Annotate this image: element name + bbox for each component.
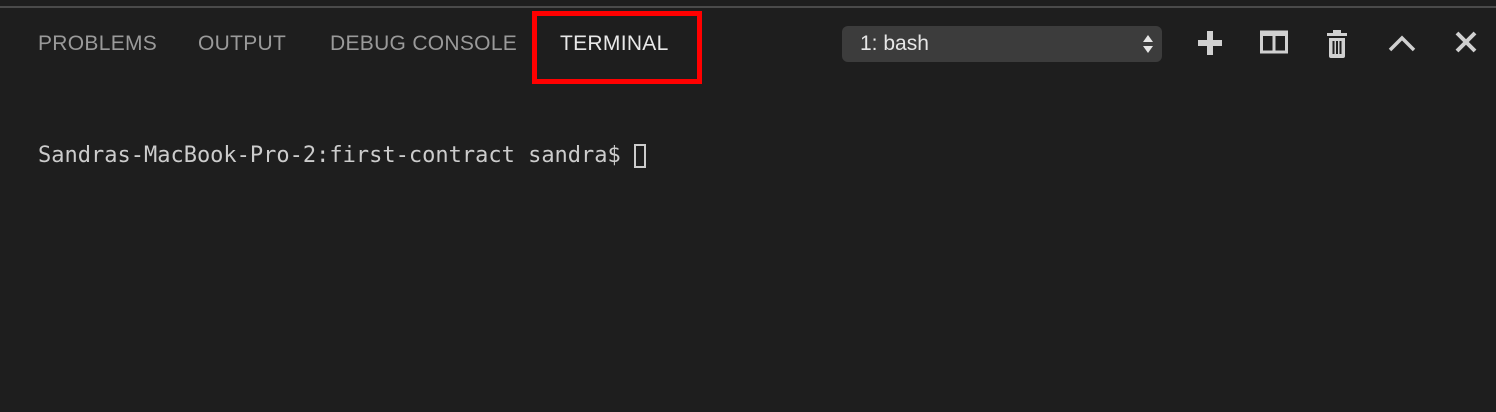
terminal-prompt: Sandras-MacBook-Pro-2:first-contract san… bbox=[38, 143, 621, 168]
close-panel-button[interactable] bbox=[1446, 26, 1486, 62]
terminal-output[interactable]: Sandras-MacBook-Pro-2:first-contract san… bbox=[38, 88, 1476, 412]
terminal-cursor bbox=[633, 144, 646, 168]
trash-icon bbox=[1327, 30, 1347, 58]
new-terminal-button[interactable] bbox=[1190, 26, 1230, 62]
select-arrows-icon bbox=[1143, 35, 1153, 53]
tab-problems[interactable]: PROBLEMS bbox=[38, 8, 157, 80]
chevron-up-icon bbox=[1388, 35, 1416, 52]
terminal-select[interactable]: 1: bash bbox=[842, 26, 1162, 62]
terminal-tab-highlight bbox=[532, 11, 702, 84]
terminal-panel: PROBLEMS OUTPUT DEBUG CONSOLE TERMINAL 1… bbox=[0, 0, 1496, 412]
maximize-panel-button[interactable] bbox=[1382, 26, 1422, 62]
split-icon bbox=[1260, 30, 1288, 54]
close-icon bbox=[1455, 31, 1477, 53]
terminal-select-value: 1: bash bbox=[860, 32, 929, 55]
tab-debug-console[interactable]: DEBUG CONSOLE bbox=[330, 8, 517, 80]
split-terminal-button[interactable] bbox=[1254, 26, 1294, 62]
prompt-line: Sandras-MacBook-Pro-2:first-contract san… bbox=[38, 138, 1476, 174]
tab-output[interactable]: OUTPUT bbox=[198, 8, 286, 80]
kill-terminal-button[interactable] bbox=[1317, 26, 1357, 62]
plus-icon bbox=[1198, 31, 1222, 55]
